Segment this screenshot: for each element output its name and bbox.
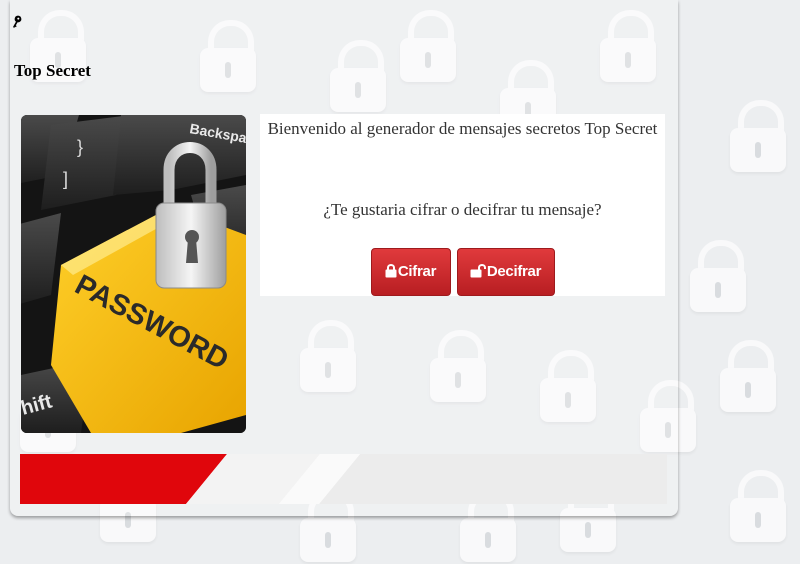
question-text: ¿Te gustaria cifrar o decifrar tu mensaj… [323,200,602,219]
main-panel: Top Secret PASSWORD Backspa hift}] Bie… [10,0,678,516]
key-icon [12,15,22,34]
background-lock-icon [690,240,746,312]
cifrar-label: Cifrar [397,263,437,280]
background-lock-icon [730,100,786,172]
bracket-key-label-2: ] [63,169,68,189]
page-title: Top Secret [14,61,91,80]
decorative-banner [20,454,667,504]
decifrar-label: Decifrar [486,263,542,280]
lock-open-icon [470,264,486,278]
cifrar-button[interactable]: Cifrar [370,248,451,296]
lock-closed-icon [385,264,397,278]
welcome-card: Bienvenido al generador de mensajes secr… [260,114,665,296]
password-keyboard-image: PASSWORD Backspa hift } ] [21,115,246,433]
background-lock-icon [720,340,776,412]
bracket-key-label: } [77,137,83,157]
background-lock-icon [730,470,786,542]
decifrar-button[interactable]: Decifrar [456,248,555,296]
welcome-text: Bienvenido al generador de mensajes secr… [267,119,658,138]
